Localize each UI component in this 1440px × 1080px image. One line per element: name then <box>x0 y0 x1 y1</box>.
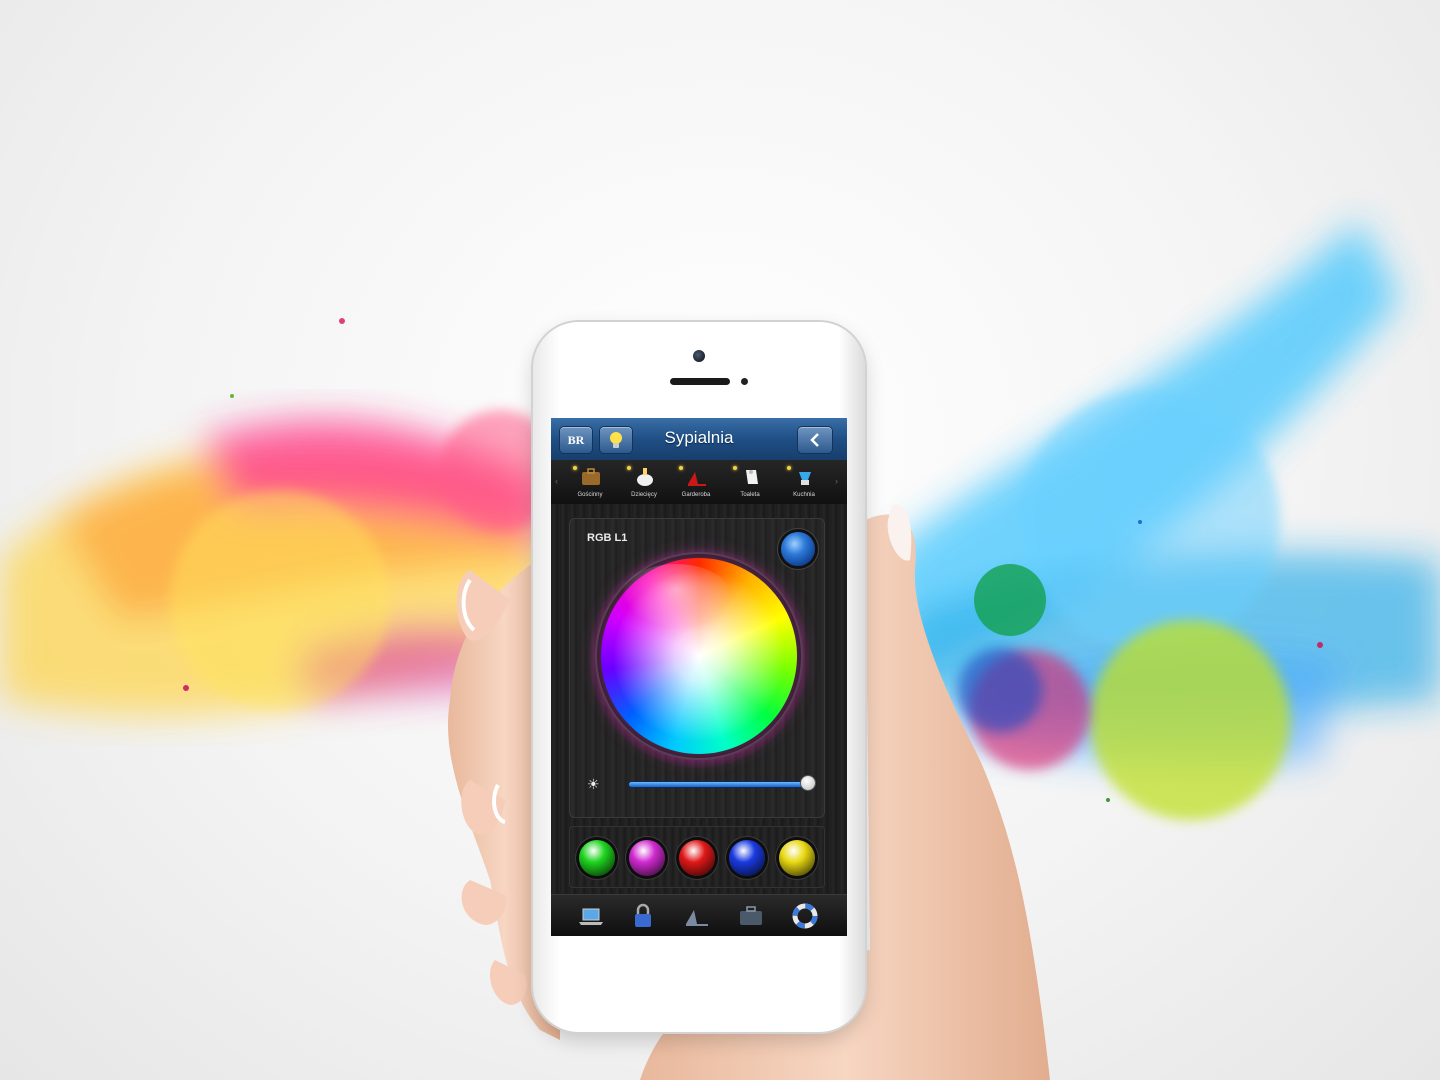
front-camera <box>693 350 705 362</box>
room-label: Dziecięcy <box>631 492 657 498</box>
rgb-control-panel: RGB L1 ☀ <box>569 518 825 818</box>
earpiece-speaker <box>670 378 730 385</box>
preset-magenta[interactable] <box>629 840 665 876</box>
lifebuoy-icon[interactable] <box>791 902 819 930</box>
preset-blue[interactable] <box>729 840 765 876</box>
high-heel-icon[interactable] <box>683 902 711 930</box>
status-dot <box>627 466 631 470</box>
laptop-icon[interactable] <box>577 902 605 930</box>
suitcase-icon[interactable] <box>737 902 765 930</box>
brightness-slider[interactable] <box>629 782 809 787</box>
rooms-carousel: ‹ Gościnny Dziecięcy Garderoba Toaleta K… <box>551 460 847 504</box>
phone-device: BR Sypialnia ‹ Gościnny Dziecięcy Garder… <box>533 322 865 1032</box>
sun-icon: ☀ <box>587 776 600 792</box>
proximity-sensor <box>741 378 748 385</box>
room-dzieciecy[interactable]: Dziecięcy <box>621 462 667 502</box>
room-garderoba[interactable]: Garderoba <box>673 462 719 502</box>
page-title: Sypialnia <box>664 428 734 447</box>
top-bar: BR Sypialnia <box>551 418 847 461</box>
room-toaleta[interactable]: Toaleta <box>727 462 773 502</box>
room-label: Garderoba <box>681 492 711 498</box>
chevron-right-icon[interactable]: › <box>835 476 838 486</box>
status-dot <box>679 466 683 470</box>
baby-bottle-icon <box>637 468 653 486</box>
lighting-button[interactable] <box>599 426 633 454</box>
preset-red[interactable] <box>679 840 715 876</box>
room-goscinny[interactable]: Gościnny <box>567 462 613 502</box>
toilet-paper-icon <box>746 470 758 484</box>
preset-yellow[interactable] <box>779 840 815 876</box>
channel-label: RGB L1 <box>587 532 628 544</box>
briefcase-icon <box>582 468 600 485</box>
mixer-icon <box>799 472 811 485</box>
content-area: RGB L1 ☀ <box>551 504 847 894</box>
home-logo-button[interactable]: BR <box>559 426 593 454</box>
app-screen: BR Sypialnia ‹ Gościnny Dziecięcy Garder… <box>551 418 847 936</box>
high-heel-icon <box>688 472 706 486</box>
chevron-left-icon[interactable]: ‹ <box>555 476 558 486</box>
lock-icon[interactable] <box>629 902 657 930</box>
color-wheel-highlight <box>621 564 731 628</box>
status-dot <box>573 466 577 470</box>
power-toggle-orb[interactable] <box>781 532 815 566</box>
room-label: Kuchnia <box>793 492 815 498</box>
room-kuchnia[interactable]: Kuchnia <box>781 462 827 502</box>
status-dot <box>733 466 737 470</box>
bottom-nav <box>551 894 847 936</box>
room-label: Toaleta <box>740 492 760 498</box>
color-presets <box>569 826 825 888</box>
status-dot <box>787 466 791 470</box>
brightness-slider-handle[interactable] <box>801 776 815 790</box>
room-label: Gościnny <box>577 492 603 498</box>
back-button[interactable] <box>797 426 833 454</box>
logo-icon: BR <box>567 432 585 447</box>
bulb-icon <box>600 427 632 453</box>
preset-green[interactable] <box>579 840 615 876</box>
chevron-left-icon <box>798 427 832 453</box>
